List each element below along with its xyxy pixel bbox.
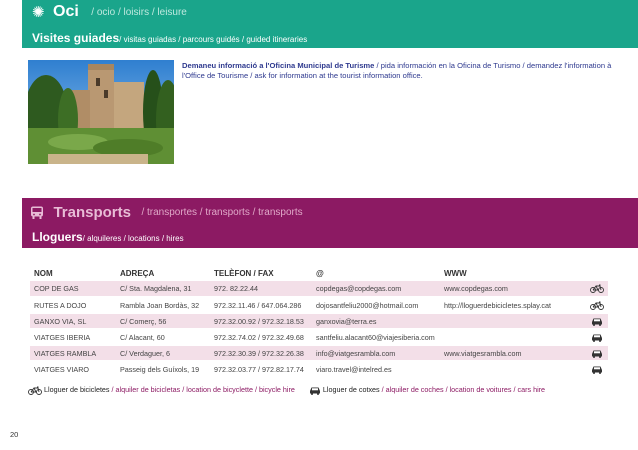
cell-nom: RUTES A DOJO <box>30 297 116 314</box>
cell-www: www.viatgesrambla.com <box>440 345 586 362</box>
cell-www <box>440 313 586 330</box>
info-strong: Demaneu informació a l'Oficina Municipal… <box>182 61 375 70</box>
cell-telefon: 972. 82.22.44 <box>210 281 312 298</box>
table-row: VIATGES VIARO Passeig dels Guíxols, 19 9… <box>30 361 608 378</box>
legend-car-main: Lloguer de cotxes <box>322 385 380 394</box>
cell-telefon: 972.32.00.92 / 972.32.18.53 <box>210 313 312 330</box>
transports-header-band: Transports / transportes / transports / … <box>22 198 638 248</box>
cell-www <box>440 361 586 378</box>
cell-telefon: 972.32.30.39 / 972.32.26.38 <box>210 345 312 362</box>
cell-telefon: 972.32.11.46 / 647.064.286 <box>210 297 312 314</box>
transports-subtitle: / transportes / transports / transports <box>141 207 303 219</box>
cell-adreca: Rambla Joan Bordàs, 32 <box>116 297 210 314</box>
cell-nom: COP DE GAS <box>30 281 116 298</box>
table-row: VIATGES IBERIA C/ Alacant, 60 972.32.74.… <box>30 329 608 346</box>
legend: Lloguer de bicicletes / alquiler de bici… <box>28 385 545 395</box>
cell-email: info@viatgesrambla.com <box>312 345 440 362</box>
cell-www: http://lloguerdebicicletes.splay.cat <box>440 297 586 314</box>
cell-adreca: C/ Comerç, 56 <box>116 313 210 330</box>
oci-title: Oci <box>53 3 79 20</box>
car-icon <box>586 361 608 378</box>
cell-nom: GANXO VIA, SL <box>30 313 116 330</box>
table-row: GANXO VIA, SL C/ Comerç, 56 972.32.00.92… <box>30 313 608 330</box>
cell-nom: VIATGES IBERIA <box>30 329 116 346</box>
cell-email: ganxovia@terra.es <box>312 313 440 330</box>
legend-bike-main: Lloguer de bicicletes <box>44 385 110 394</box>
table-row: VIATGES RAMBLA C/ Verdaguer, 6 972.32.30… <box>30 345 608 362</box>
transports-title-row: Transports / transportes / transports / … <box>30 204 303 222</box>
cell-nom: VIATGES VIARO <box>30 361 116 378</box>
hire-section-title: Lloguers <box>32 230 83 244</box>
col-header-www: WWW <box>444 268 467 278</box>
oci-header-band: ✺ Oci / ocio / loisirs / leisure Visites… <box>22 0 638 48</box>
hire-table: NOM ADREÇA TELÈFON / FAX @ WWW COP DE GA… <box>30 265 608 378</box>
tourism-info-text: Demaneu informació a l'Oficina Municipal… <box>182 61 618 81</box>
legend-bike-rest: / alquiler de bicicletas / location de b… <box>109 385 295 394</box>
oci-subtitle: / ocio / loisirs / leisure <box>91 6 187 18</box>
cell-adreca: C/ Alacant, 60 <box>116 329 210 346</box>
table-row: RUTES A DOJO Rambla Joan Bordàs, 32 972.… <box>30 297 608 314</box>
sun-icon: ✺ <box>32 4 45 21</box>
car-icon <box>586 329 608 346</box>
car-icon <box>309 387 320 395</box>
bicycle-icon <box>28 386 42 395</box>
cell-www <box>440 329 586 346</box>
cell-nom: VIATGES RAMBLA <box>30 345 116 362</box>
table-row: COP DE GAS C/ Sta. Magdalena, 31 972. 82… <box>30 281 608 298</box>
car-icon <box>586 345 608 362</box>
oci-section-row: Visites guiades/ visitas guiadas / parco… <box>32 29 307 47</box>
cell-adreca: C/ Verdaguer, 6 <box>116 345 210 362</box>
bus-icon <box>31 206 43 220</box>
cell-www: www.copdegas.com <box>440 281 586 298</box>
cell-adreca: C/ Sta. Magdalena, 31 <box>116 281 210 298</box>
cell-telefon: 972.32.74.02 / 972.32.49.68 <box>210 329 312 346</box>
hire-section-subtitle: / alquileres / locations / hires <box>82 234 184 243</box>
cell-telefon: 972.32.03.77 / 972.82.17.74 <box>210 361 312 378</box>
bicycle-icon <box>586 281 608 298</box>
cell-email: viaro.travel@intelred.es <box>312 361 440 378</box>
col-header-icon <box>586 265 608 281</box>
col-header-telefon: TELÈFON / FAX <box>214 268 274 278</box>
oci-section-subtitle: / visitas guiadas / parcours guidés / gu… <box>119 35 308 44</box>
col-header-email: @ <box>316 268 324 278</box>
legend-car-rest: / alquiler de coches / location de voitu… <box>379 385 546 394</box>
transports-title: Transports <box>53 204 131 222</box>
page-number: 20 <box>10 430 19 439</box>
col-header-nom: NOM <box>34 268 53 278</box>
table-header-row: NOM ADREÇA TELÈFON / FAX @ WWW <box>30 265 608 281</box>
cell-email: santfeliu.alacant60@viajesiberia.com <box>312 329 440 346</box>
castle-photo <box>28 60 174 164</box>
bicycle-icon <box>586 297 608 314</box>
cell-adreca: Passeig dels Guíxols, 19 <box>116 361 210 378</box>
car-icon <box>586 313 608 330</box>
transports-section-row: Lloguers/ alquileres / locations / hires <box>32 228 184 246</box>
col-header-adreca: ADREÇA <box>120 268 155 278</box>
oci-section-title: Visites guiades <box>32 31 120 45</box>
cell-email: copdegas@copdegas.com <box>312 281 440 298</box>
cell-email: dojosantfeliu2000@hotmail.com <box>312 297 440 314</box>
oci-title-row: ✺ Oci / ocio / loisirs / leisure <box>32 3 187 21</box>
